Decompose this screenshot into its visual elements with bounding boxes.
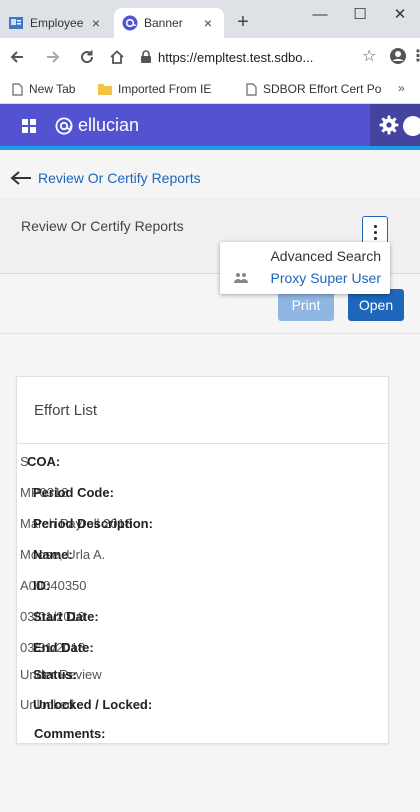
minimize-window-icon[interactable]: —: [300, 2, 340, 30]
ellucian-favicon-icon: [122, 15, 138, 31]
back-arrow-icon: [10, 171, 31, 185]
field-value: A00040350: [20, 578, 87, 593]
home-icon[interactable]: [104, 44, 130, 70]
new-tab-plus-icon[interactable]: +: [230, 10, 256, 36]
back-to-review-link[interactable]: Review Or Certify Reports: [10, 170, 201, 186]
close-tab-icon[interactable]: ×: [200, 15, 216, 31]
field-label: Status:: [33, 667, 78, 682]
browser-tab-strip: Employee × Banner × + — ☐ ✕: [0, 0, 420, 38]
brand-name: ellucian: [78, 115, 140, 135]
bookmark-label: New Tab: [29, 82, 76, 96]
profile-icon[interactable]: [389, 47, 407, 65]
bookmark-star-icon[interactable]: ☆: [362, 46, 376, 66]
menu-item-proxy-super-user[interactable]: Proxy Super User: [271, 270, 381, 286]
field-label: ID:: [33, 578, 51, 593]
tab-title: Employee: [30, 16, 84, 30]
reload-icon[interactable]: [74, 44, 100, 70]
bookmark-label: Imported From IE: [118, 82, 212, 96]
dot: [374, 231, 377, 234]
close-tab-icon[interactable]: ×: [88, 15, 104, 31]
bookmark-label: SDBOR Effort Cert Po: [263, 82, 382, 96]
divider: [16, 443, 389, 444]
gear-icon[interactable]: [379, 115, 399, 135]
users-icon: [234, 273, 248, 283]
field-label: End Date:: [33, 640, 94, 655]
more-options-menu: Advanced Search Proxy Super User: [220, 242, 390, 294]
field-label: COA:: [27, 454, 61, 469]
folder-icon: [98, 84, 112, 95]
user-avatar-icon[interactable]: [403, 116, 420, 136]
close-window-icon[interactable]: ✕: [380, 2, 420, 30]
url-text: https://empltest.test.sdbo...: [158, 49, 314, 65]
field-label: Comments:: [34, 726, 106, 741]
lock-icon: [141, 50, 151, 63]
page-title: Review Or Certify Reports: [21, 218, 184, 234]
employee-page-icon: [9, 17, 23, 29]
page-icon: [12, 82, 23, 96]
field-label: Unlocked / Locked:: [33, 697, 153, 712]
browser-menu-icon[interactable]: ⋮: [410, 46, 420, 66]
dot: [374, 237, 377, 240]
tab-title: Banner: [144, 16, 183, 30]
field-label: Name:: [33, 547, 73, 562]
effort-list-title: Effort List: [34, 402, 98, 419]
field-label: Start Date:: [33, 609, 99, 624]
bookmark-imported-from-ie[interactable]: Imported From IE: [98, 82, 211, 96]
app-grid-menu-icon[interactable]: [22, 119, 36, 133]
field-label: Period Description:: [33, 516, 153, 531]
browser-toolbar: https://empltest.test.sdbo... ☆ ⋮: [0, 38, 420, 76]
bookmark-sdbor-effort-cert[interactable]: SDBOR Effort Cert Po: [246, 82, 381, 96]
back-link-label: Review Or Certify Reports: [38, 170, 201, 186]
browser-tab-employee[interactable]: Employee ×: [0, 8, 112, 38]
app-header: ellucian: [0, 104, 420, 150]
forward-arrow-icon[interactable]: [40, 44, 66, 70]
bookmark-new-tab[interactable]: New Tab: [12, 82, 75, 96]
back-arrow-icon[interactable]: [4, 44, 30, 70]
bookmarks-bar: New Tab Imported From IE SDBOR Effort Ce…: [0, 76, 420, 104]
ellucian-logo[interactable]: ellucian: [55, 115, 139, 136]
browser-tab-banner[interactable]: Banner ×: [114, 8, 224, 38]
menu-item-advanced-search[interactable]: Advanced Search: [270, 248, 381, 264]
ellucian-at-icon: [55, 117, 73, 134]
address-bar[interactable]: https://empltest.test.sdbo...: [140, 44, 370, 70]
more-bookmarks-chevron-icon[interactable]: »: [398, 81, 405, 95]
field-label: Period Code:: [33, 485, 114, 500]
maximize-window-icon[interactable]: ☐: [340, 2, 380, 30]
page-icon: [246, 82, 257, 96]
dot: [374, 225, 377, 228]
